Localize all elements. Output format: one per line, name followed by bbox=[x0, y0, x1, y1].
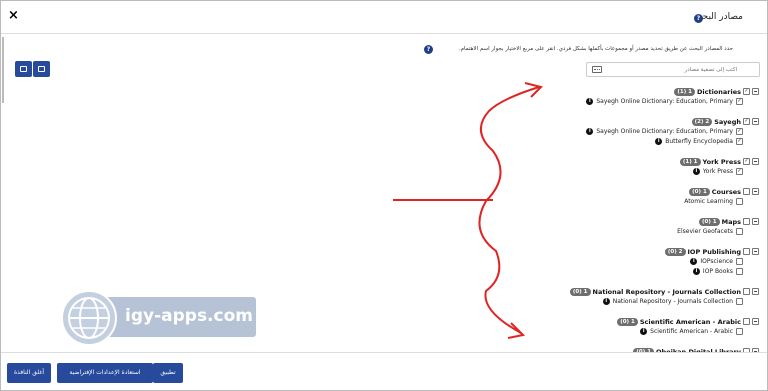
apply-button[interactable]: تطبيق bbox=[153, 363, 183, 383]
dialog-footer: أغلق النافذة استعادة الإعدادات الإفتراضي… bbox=[1, 352, 767, 390]
search-sources-dialog: × مصادر البحث ? حدد المصادر البحث عن طري… bbox=[0, 0, 768, 391]
watermark: igy-apps.com bbox=[60, 289, 257, 347]
restore-defaults-button[interactable]: استعادة الإعدادات الإفتراضية bbox=[57, 363, 153, 383]
watermark-text: igy-apps.com bbox=[125, 306, 253, 326]
close-window-button[interactable]: أغلق النافذة bbox=[7, 363, 51, 383]
globe-icon bbox=[61, 290, 117, 346]
annotation-curve bbox=[478, 86, 540, 334]
